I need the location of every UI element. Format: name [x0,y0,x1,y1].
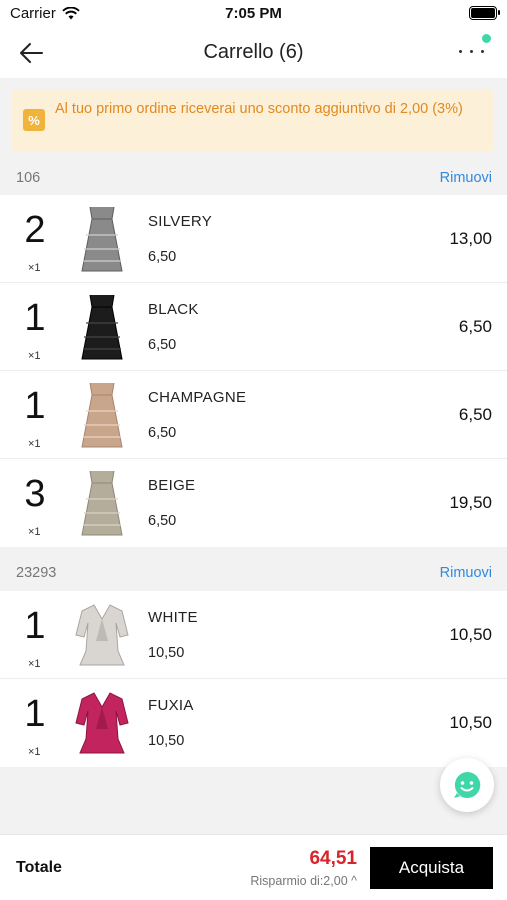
percent-icon: % [23,109,45,131]
item-multiplier: ×1 [28,658,41,670]
item-multiplier: ×1 [28,526,41,538]
line-total: 19,50 [449,493,492,512]
status-bar: Carrier 7:05 PM [0,0,507,28]
line-total: 10,50 [449,713,492,732]
item-quantity: 2 [24,209,46,251]
group-id: 23293 [16,565,57,581]
line-total: 6,50 [458,405,492,424]
remove-group-button[interactable]: Rimuovi [440,565,492,581]
product-image[interactable] [72,601,132,669]
page-title: Carrello (6) [203,41,304,63]
clock: 7:05 PM [225,5,282,22]
unit-price: 6,50 [148,337,177,353]
unit-price: 6,50 [148,249,177,265]
product-name: BLACK [148,301,199,318]
group-header: 23293 Rimuovi [0,553,507,593]
more-icon [459,50,484,53]
remove-group-button[interactable]: Rimuovi [440,170,492,186]
checkout-bar: Totale 64,51 Risparmio di:2,00 ^ Acquist… [0,834,507,900]
item-quantity: 1 [24,693,46,735]
notification-dot [482,34,491,43]
item-multiplier: ×1 [28,350,41,362]
cart-item[interactable]: 1 ×1 FUXIA 10,50 10,50 [0,679,507,767]
product-name: CHAMPAGNE [148,389,247,406]
product-image[interactable] [72,381,132,449]
savings-text: Risparmio di:2,00 [250,874,348,888]
product-image[interactable] [72,293,132,361]
unit-price: 10,50 [148,645,185,661]
group-header: 106 Rimuovi [0,158,507,198]
line-total: 6,50 [458,317,492,336]
total-amount: 64,51 [309,848,357,869]
total-label: Totale [16,859,62,876]
item-quantity: 1 [24,605,46,647]
battery-icon [469,6,500,20]
item-quantity: 1 [24,297,46,339]
product-image[interactable] [72,689,132,757]
line-total: 13,00 [449,229,492,248]
product-name: WHITE [148,609,198,626]
more-menu-button[interactable] [457,34,491,68]
chat-smile-icon [454,771,481,798]
chat-support-button[interactable] [440,758,494,812]
product-image[interactable] [72,205,132,273]
buy-button[interactable]: Acquista [370,847,493,889]
item-multiplier: ×1 [28,262,41,274]
item-quantity: 1 [24,385,46,427]
product-name: FUXIA [148,697,194,714]
nav-bar: Carrello (6) [0,28,507,78]
unit-price: 6,50 [148,425,177,441]
promo-text: Al tuo primo ordine riceverai uno sconto… [55,101,463,117]
group-id: 106 [16,170,41,186]
cart-item[interactable]: 1 ×1 WHITE 10,50 10,50 [0,591,507,679]
line-total: 10,50 [449,625,492,644]
unit-price: 6,50 [148,513,177,529]
item-quantity: 3 [24,473,46,515]
product-name: BEIGE [148,477,196,494]
savings-toggle[interactable]: Risparmio di:2,00 ^ [250,874,357,888]
cart-item[interactable]: 3 ×1 BEIGE 6,50 19,50 [0,459,507,547]
item-multiplier: ×1 [28,438,41,450]
product-name: SILVERY [148,213,213,230]
cart-item[interactable]: 2 ×1 SILVERY 6,50 13,00 [0,195,507,283]
item-multiplier: ×1 [28,746,41,758]
promo-banner: % Al tuo primo ordine riceverai uno scon… [12,89,494,151]
cart-item[interactable]: 1 ×1 CHAMPAGNE 6,50 6,50 [0,371,507,459]
product-image[interactable] [72,469,132,537]
unit-price: 10,50 [148,733,185,749]
cart-item[interactable]: 1 ×1 BLACK 6,50 6,50 [0,283,507,371]
chevron-up-icon: ^ [351,874,357,888]
